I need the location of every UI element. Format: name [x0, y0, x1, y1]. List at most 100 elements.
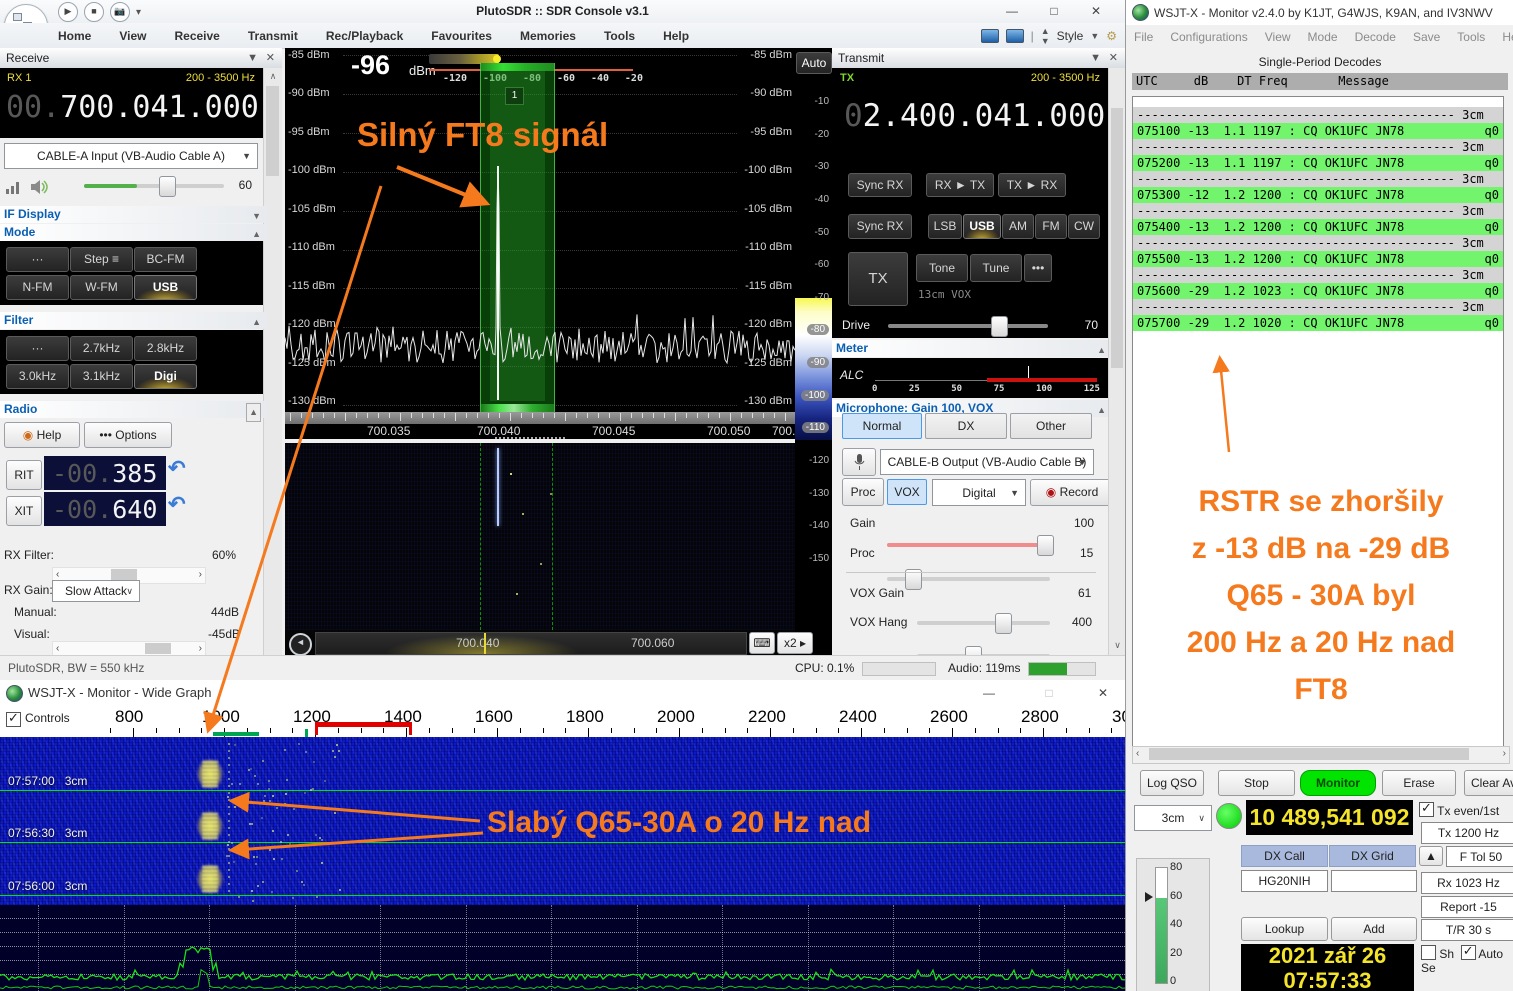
report-field[interactable]: Report -15 [1421, 896, 1513, 918]
hscroll-thumb[interactable] [1149, 748, 1469, 760]
monitor-button[interactable]: Monitor [1300, 770, 1376, 796]
mode-step-button[interactable]: Step ≡ [70, 247, 133, 272]
tab-tools[interactable]: Tools [604, 29, 635, 43]
rx-frequency-value[interactable]: 00.700.041.000 [6, 90, 259, 125]
us-button[interactable]: USB [963, 214, 1001, 239]
scroll-left-icon[interactable]: ‹ [1136, 748, 1139, 759]
play-icon[interactable]: ▶ [58, 2, 78, 22]
tx-up-button[interactable]: ▲ [1419, 846, 1443, 866]
tx-button[interactable]: TX [848, 252, 908, 306]
section-meter[interactable]: Meter▲ [832, 340, 1112, 357]
dx-grid-field[interactable] [1331, 870, 1417, 892]
tab-favourites[interactable]: Favourites [431, 29, 492, 43]
menu-help[interactable]: Help [1502, 30, 1513, 44]
rit-button[interactable]: RIT [6, 460, 42, 490]
ftol-field[interactable]: F Tol 50 [1446, 846, 1513, 867]
filter-30-button[interactable]: 3.0kHz [6, 364, 69, 389]
xit-value-box[interactable]: -00.640 [44, 492, 166, 526]
speaker-icon[interactable] [30, 178, 52, 196]
mic-dx-button[interactable]: DX [925, 413, 1007, 439]
tx-to-rx-button[interactable]: TX ► RX [998, 173, 1066, 197]
close-button[interactable]: ✕ [1082, 682, 1124, 704]
right-arrow-icon[interactable]: › [199, 643, 202, 654]
filter-28-button[interactable]: 2.8kHz [134, 336, 197, 361]
tab-home[interactable]: Home [58, 29, 91, 43]
xit-button[interactable]: XIT [6, 496, 42, 526]
section-toggle-icon[interactable]: ▼ [252, 208, 261, 225]
maximize-button[interactable]: □ [1028, 682, 1070, 704]
filter-digi-button[interactable]: Digi [134, 364, 197, 389]
tx-freq-field[interactable]: Tx 1200 Hz [1421, 822, 1513, 844]
tune-button[interactable]: Tune [970, 254, 1022, 282]
mode-usb-button[interactable]: USB [134, 275, 197, 300]
close-panel-icon[interactable]: ✕ [266, 48, 275, 68]
camera-icon[interactable]: 📷 [110, 2, 130, 22]
lookup-button[interactable]: Lookup [1241, 917, 1328, 941]
style-selector[interactable]: Style [1057, 29, 1084, 43]
stop-icon[interactable]: ■ [84, 2, 104, 22]
microphone-icon-button[interactable] [842, 448, 876, 476]
minimize-button[interactable]: — [968, 682, 1010, 704]
left-arrow-icon[interactable]: ‹ [56, 569, 59, 580]
clear-avg-button[interactable]: Clear Av [1464, 770, 1513, 796]
levels-icon[interactable] [6, 180, 22, 194]
nav-left-icon[interactable]: ◄ [289, 633, 312, 656]
section-radio[interactable]: Radio▲ [0, 401, 267, 418]
volume-slider-thumb[interactable] [159, 176, 176, 197]
controls-checkbox[interactable] [6, 712, 21, 727]
menu-decode[interactable]: Decode [1355, 30, 1396, 44]
gear-icon[interactable]: ⚙ [1106, 29, 1117, 43]
decode-row[interactable]: 075700-291.21020:CQ OK1UFC JN78q0 [1133, 315, 1503, 331]
left-arrow-icon[interactable]: ‹ [56, 643, 59, 654]
digital-select[interactable]: Digital ▼ [932, 479, 1026, 506]
erase-button[interactable]: Erase [1382, 770, 1456, 796]
close-panel-icon[interactable]: ✕ [1109, 48, 1118, 68]
gain-slider[interactable] [887, 543, 1050, 547]
drive-slider[interactable] [888, 324, 1048, 328]
options-button[interactable]: ••• Options [84, 422, 172, 448]
filter-27-button[interactable]: 2.7kHz [70, 336, 133, 361]
auto-seq-checkbox[interactable] [1461, 945, 1476, 960]
mode-nfm-button[interactable]: N-FM [6, 275, 69, 300]
tone-button[interactable]: Tone [916, 254, 968, 282]
tab-memories[interactable]: Memories [520, 29, 576, 43]
audio-output-select[interactable]: CABLE-B Output (VB-Audio Cable B) ▼ [880, 449, 1094, 475]
maximize-button[interactable]: □ [1033, 0, 1075, 22]
rit-undo-icon[interactable]: ↶ [168, 456, 186, 481]
receive-scroll-thumb[interactable] [266, 86, 279, 176]
mic-other-button[interactable]: Other [1010, 413, 1092, 439]
tr-period-field[interactable]: T/R 30 s [1421, 919, 1513, 941]
tx-more-button[interactable]: ••• [1024, 254, 1052, 282]
close-button[interactable]: ✕ [1075, 0, 1117, 22]
style-caret-icon[interactable]: ▼ [1090, 31, 1099, 41]
volume-slider[interactable] [84, 184, 224, 188]
drive-slider-thumb[interactable] [991, 316, 1008, 337]
menu-save[interactable]: Save [1413, 30, 1440, 44]
add-button[interactable]: Add [1331, 917, 1417, 941]
mode-bcfm-button[interactable]: BC-FM [134, 247, 197, 272]
tab-rec-playback[interactable]: Rec/Playback [326, 29, 403, 43]
wide-graph-spectrum[interactable] [0, 905, 1125, 991]
decode-row[interactable]: 075300-121.21200:CQ OK1UFC JN78q0 [1133, 187, 1503, 203]
menu-tools[interactable]: Tools [1457, 30, 1485, 44]
decode-row[interactable]: 075500-131.21200:CQ OK1UFC JN78q0 [1133, 251, 1503, 267]
xit-undo-icon[interactable]: ↶ [168, 492, 186, 517]
rx-gain-select[interactable]: Slow Attack ∨ [52, 580, 140, 602]
section-toggle-icon[interactable]: ▲ [246, 403, 261, 422]
log-qso-button[interactable]: Log QSO [1140, 770, 1204, 796]
sdr-waterfall[interactable] [285, 443, 795, 630]
tab-view[interactable]: View [119, 29, 146, 43]
lsb-button[interactable]: LSB [928, 214, 962, 239]
decode-row[interactable]: 075600-291.21023:CQ OK1UFC JN78q0 [1133, 283, 1503, 299]
rx-to-tx-button[interactable]: RX ► TX [926, 173, 994, 197]
scroll-up-icon[interactable]: ∧ [264, 68, 282, 84]
sh-checkbox[interactable] [1421, 945, 1436, 960]
rit-value-box[interactable]: -00.385 [44, 456, 166, 490]
monitor-icon[interactable] [981, 29, 999, 43]
filter-31-button[interactable]: 3.1kHz [70, 364, 133, 389]
rx-frequency-display[interactable]: RX 1 200 - 3500 Hz 00.700.041.000 [0, 68, 263, 138]
help-button[interactable]: ◉ Help [4, 422, 80, 448]
manual-gain-thumb[interactable] [145, 643, 171, 654]
menu-mode[interactable]: Mode [1308, 30, 1338, 44]
updown-icon[interactable]: ▲▼ [1041, 26, 1050, 46]
